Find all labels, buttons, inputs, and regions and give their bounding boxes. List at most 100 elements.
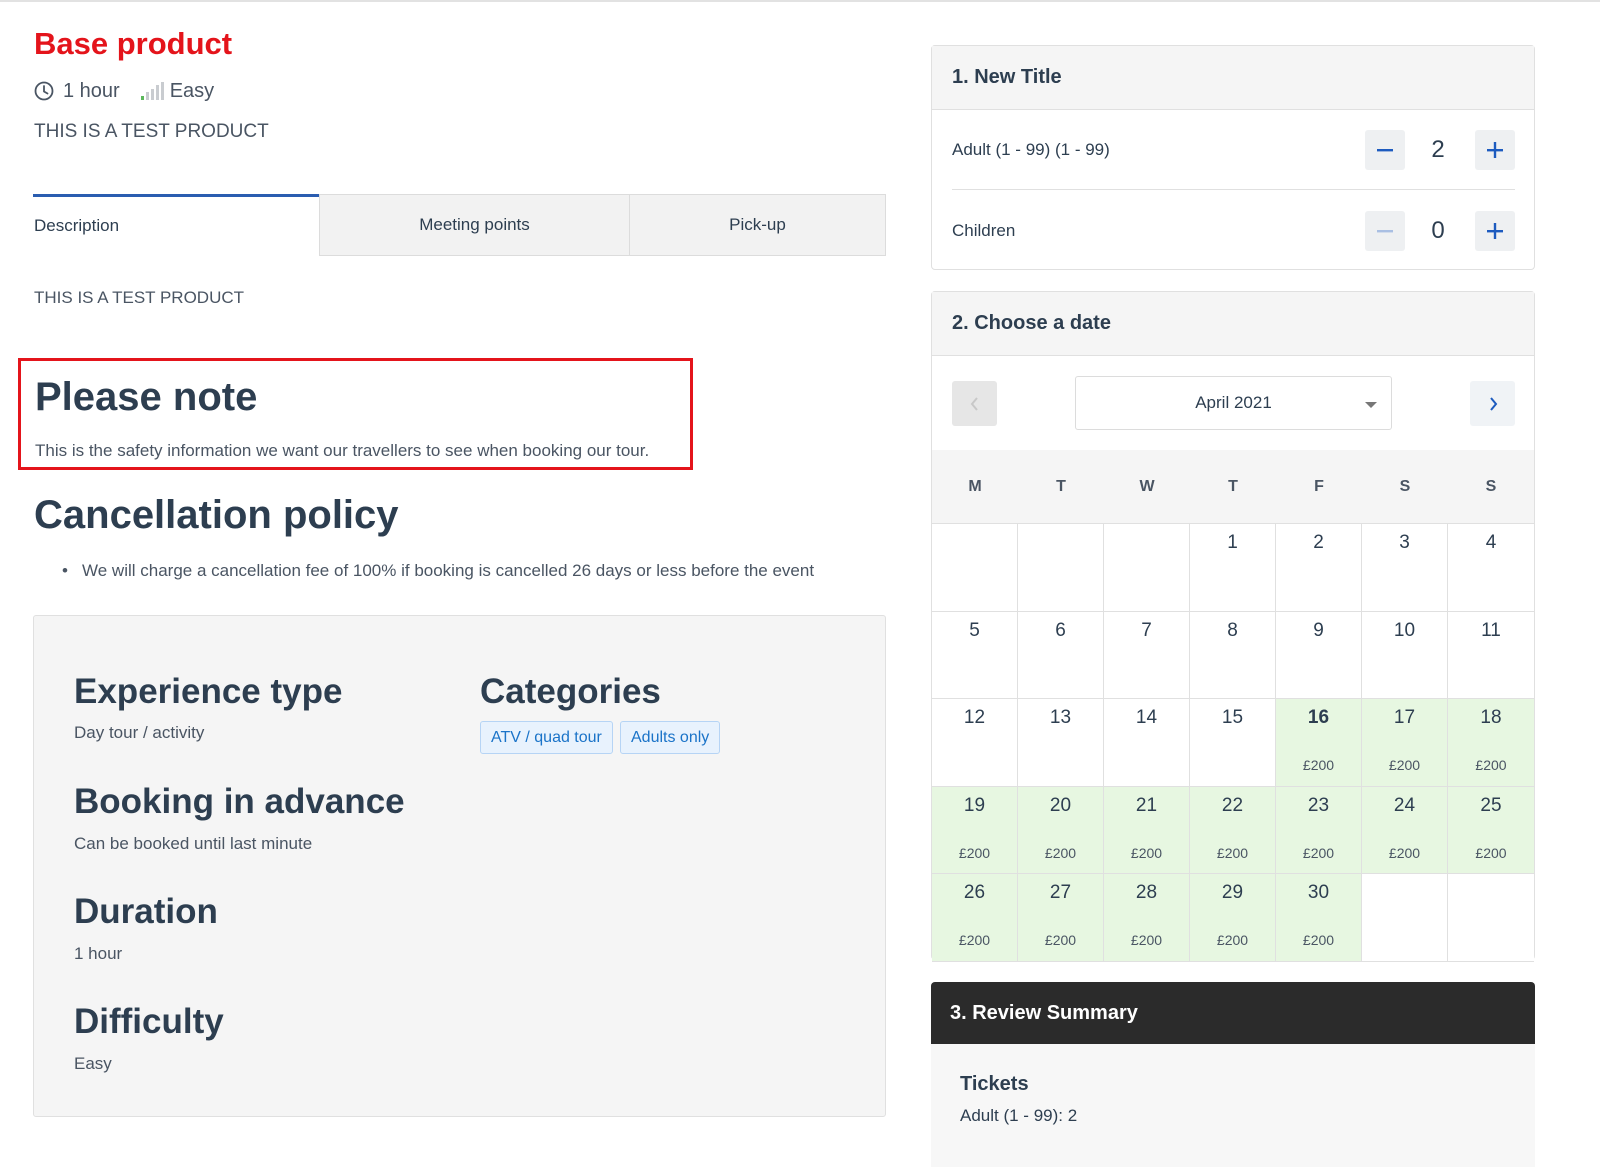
- calendar-day: 13: [1018, 699, 1104, 787]
- adult-decrement-button[interactable]: [1365, 129, 1405, 170]
- weekday-label: W: [1139, 477, 1155, 495]
- calendar-day[interactable]: 17 £200: [1362, 699, 1448, 787]
- day-number: 28: [1135, 882, 1158, 903]
- day-number: 10: [1393, 619, 1416, 641]
- adult-quantity: 2: [1431, 135, 1445, 163]
- ticket-row-adult: Adult (1 - 99) (1 - 99) 2: [952, 110, 1515, 190]
- day-price: £200: [1388, 757, 1421, 773]
- duration-heading: Duration: [74, 892, 218, 931]
- weekday-label: S: [1485, 477, 1497, 495]
- calendar-day-empty: [1104, 524, 1190, 612]
- calendar-day[interactable]: 30 £200: [1276, 874, 1362, 962]
- calendar-day: 7: [1104, 611, 1190, 699]
- calendar-day[interactable]: 27 £200: [1018, 874, 1104, 962]
- date-picker-card: 2. Choose a date April 2021 MTWTFSS 1234…: [931, 291, 1535, 962]
- children-decrement-button[interactable]: [1365, 211, 1405, 251]
- day-number: 13: [1049, 707, 1072, 728]
- tab-description[interactable]: Description: [33, 194, 319, 256]
- calendar-day: 4: [1448, 524, 1534, 612]
- categories-heading: Categories: [480, 672, 661, 711]
- next-month-button[interactable]: [1470, 381, 1515, 426]
- day-price: £200: [1302, 757, 1335, 773]
- difficulty-signal-icon: [140, 82, 164, 100]
- calendar-day[interactable]: 23 £200: [1276, 786, 1362, 874]
- calendar-day[interactable]: 28 £200: [1104, 874, 1190, 962]
- note-text: This is the safety information we want o…: [35, 441, 650, 460]
- day-number: 4: [1485, 532, 1497, 553]
- weekday-label: T: [1228, 477, 1238, 495]
- calendar-day[interactable]: 24 £200: [1362, 786, 1448, 874]
- calendar-day[interactable]: 16 £200: [1276, 699, 1362, 787]
- day-number: 18: [1480, 707, 1502, 728]
- calendar-day: 15: [1190, 699, 1276, 787]
- calendar-day-empty: [1362, 874, 1448, 962]
- calendar-day: 2: [1276, 524, 1362, 612]
- duration-value: 1 hour: [74, 944, 123, 963]
- calendar-day[interactable]: 19 £200: [932, 786, 1018, 874]
- calendar-day-empty: [1018, 524, 1104, 612]
- day-price: £200: [1475, 757, 1507, 773]
- tab-meeting-points[interactable]: Meeting points: [319, 194, 630, 256]
- weekday-label: T: [1056, 477, 1066, 495]
- day-price: £200: [1044, 932, 1077, 948]
- review-summary: Tickets Adult (1 - 99): 2: [931, 1044, 1535, 1167]
- weekday-label: M: [968, 477, 982, 495]
- day-number: 22: [1221, 794, 1244, 816]
- note-title: Please note: [35, 375, 258, 419]
- calendar-day: 12: [932, 699, 1018, 787]
- minus-icon: [1377, 230, 1393, 233]
- day-number: 12: [963, 707, 986, 728]
- experience-type-heading: Experience type: [74, 672, 343, 711]
- calendar-day[interactable]: 26 £200: [932, 874, 1018, 962]
- day-price: £200: [1044, 844, 1077, 861]
- calendar-day[interactable]: 18 £200: [1448, 699, 1534, 787]
- children-quantity: 0: [1431, 217, 1445, 244]
- prev-month-button[interactable]: [952, 381, 997, 426]
- day-number: 11: [1481, 619, 1501, 641]
- day-number: 27: [1049, 882, 1072, 903]
- step1-title: 1. New Title: [932, 46, 1534, 110]
- calendar-day: 8: [1190, 611, 1276, 699]
- product-tagline: THIS IS A TEST PRODUCT: [34, 121, 269, 142]
- weekday-label: S: [1399, 477, 1411, 495]
- ticket-row-children: Children 0: [952, 191, 1515, 271]
- step3-title: 3. Review Summary: [931, 982, 1535, 1044]
- ticket-label-adult: Adult (1 - 99) (1 - 99): [952, 139, 1110, 159]
- children-increment-button[interactable]: [1475, 211, 1515, 251]
- calendar-day[interactable]: 21 £200: [1104, 786, 1190, 874]
- day-number: 2: [1313, 532, 1324, 553]
- day-number: 3: [1399, 532, 1410, 553]
- day-number: 24: [1393, 794, 1416, 816]
- plus-icon: [1487, 223, 1503, 239]
- tickets-label: Tickets: [960, 1073, 1029, 1095]
- caret-down-icon: [1365, 402, 1377, 408]
- day-price: £200: [1130, 932, 1163, 948]
- product-tabs: Description Meeting points Pick-up: [33, 194, 886, 256]
- booking-in-advance-heading: Booking in advance: [74, 782, 405, 821]
- day-number: 14: [1135, 707, 1158, 728]
- adult-increment-button[interactable]: [1475, 129, 1515, 170]
- tickets-line: Adult (1 - 99): 2: [960, 1106, 1078, 1125]
- calendar-day[interactable]: 20 £200: [1018, 786, 1104, 874]
- calendar-day: 14: [1104, 699, 1190, 787]
- description-text: THIS IS A TEST PRODUCT: [34, 288, 245, 307]
- product-title: Base product: [34, 26, 233, 61]
- calendar-grid: 1 2 3 4 5 6 7 8 9 10 11 12 13 14 15 16 £200 17 £200 18 £200 1…: [932, 524, 1534, 962]
- calendar-day[interactable]: 22 £200: [1190, 786, 1276, 874]
- tab-pick-up[interactable]: Pick-up: [630, 194, 886, 256]
- day-number: 30: [1307, 882, 1330, 903]
- calendar-day[interactable]: 29 £200: [1190, 874, 1276, 962]
- calendar-day: 3: [1362, 524, 1448, 612]
- day-number: 1: [1227, 532, 1238, 553]
- chevron-right-icon: [1489, 396, 1497, 411]
- day-number: 29: [1221, 882, 1244, 903]
- day-number: 26: [963, 882, 986, 903]
- category-badge-atv: ATV / quad tour: [480, 721, 613, 754]
- calendar-day: 6: [1018, 611, 1104, 699]
- calendar-day[interactable]: 25 £200: [1448, 786, 1534, 874]
- month-select[interactable]: April 2021: [1075, 376, 1392, 430]
- day-number: 16: [1307, 707, 1330, 728]
- cancellation-title: Cancellation policy: [34, 493, 399, 537]
- day-number: 25: [1480, 794, 1502, 816]
- product-meta: 1 hour Easy: [34, 78, 214, 104]
